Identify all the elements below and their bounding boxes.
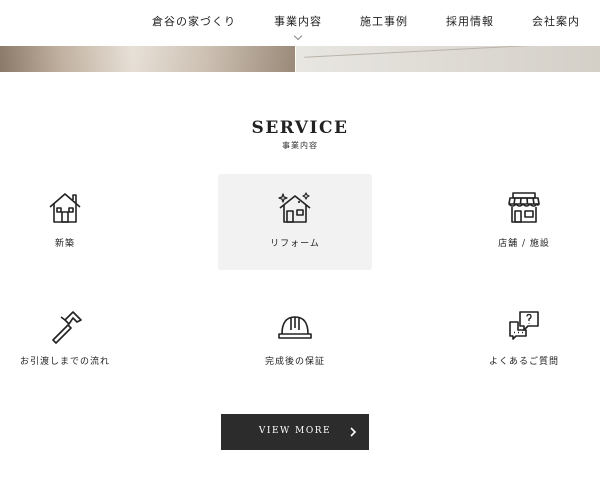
service-tile-faq[interactable]: よくあるご質問 bbox=[447, 292, 600, 388]
renovated-house-icon bbox=[278, 192, 311, 223]
hammer-icon bbox=[52, 311, 82, 344]
store-icon bbox=[508, 192, 540, 223]
nav-item-service[interactable]: 事業内容 bbox=[274, 13, 322, 33]
nav-item-works[interactable]: 施工事例 bbox=[360, 13, 408, 33]
header: 倉谷の家づくり 事業内容 施工事例 採用情報 会社案内 bbox=[0, 0, 600, 46]
service-tile-warranty[interactable]: 完成後の保証 bbox=[218, 292, 372, 388]
service-label: お引渡しまでの流れ bbox=[19, 357, 110, 367]
chevron-right-icon bbox=[350, 427, 357, 437]
service-label: 店舗 / 施設 bbox=[498, 239, 550, 249]
main-nav: 倉谷の家づくり 事業内容 施工事例 採用情報 会社案内 bbox=[152, 0, 580, 46]
view-more-button[interactable]: VIEW MORE bbox=[221, 414, 369, 450]
service-tile-flow[interactable]: お引渡しまでの流れ bbox=[0, 292, 142, 388]
service-tile-new-build[interactable]: 新築 bbox=[0, 174, 142, 270]
section-subtitle: 事業内容 bbox=[282, 141, 318, 150]
hard-hat-icon bbox=[278, 316, 312, 339]
nav-item-kurataniie[interactable]: 倉谷の家づくり bbox=[152, 13, 236, 33]
service-label: よくあるご質問 bbox=[488, 357, 559, 367]
service-label: 新築 bbox=[54, 239, 75, 249]
nav-item-recruit[interactable]: 採用情報 bbox=[446, 13, 494, 33]
service-label: リフォーム bbox=[270, 239, 320, 249]
service-tile-reform[interactable]: リフォーム bbox=[218, 174, 372, 270]
faq-chat-icon bbox=[509, 311, 539, 340]
house-icon bbox=[49, 193, 81, 223]
section-title: SERVICE bbox=[251, 118, 349, 138]
service-tile-store[interactable]: 店舗 / 施設 bbox=[447, 174, 600, 270]
nav-item-company[interactable]: 会社案内 bbox=[532, 13, 580, 33]
service-grid: 新築 リフォーム 店舗 / 施設 お引渡しまでの流れ 完成後の保証 よくあるご質… bbox=[0, 174, 600, 394]
service-label: 完成後の保証 bbox=[264, 357, 325, 367]
